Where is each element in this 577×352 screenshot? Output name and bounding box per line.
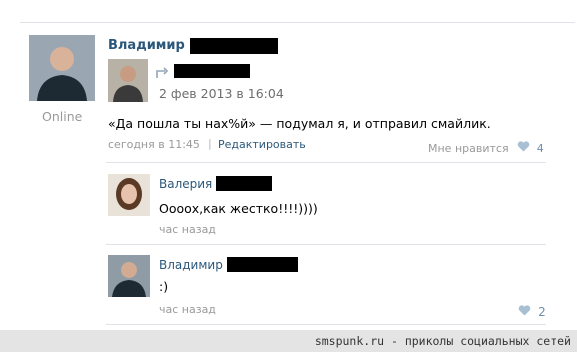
comment-time[interactable]: час назад bbox=[159, 303, 216, 316]
redacted-repost-source bbox=[174, 64, 250, 78]
heart-icon bbox=[517, 141, 529, 152]
repost-icon bbox=[156, 64, 170, 78]
like-label: Мне нравится bbox=[428, 142, 509, 155]
like-count: 2 bbox=[538, 305, 546, 319]
comment-avatar[interactable] bbox=[108, 255, 150, 297]
post-author-name[interactable]: Владимир bbox=[108, 38, 185, 53]
comment-like-button[interactable]: 2 bbox=[518, 301, 546, 320]
person-icon bbox=[108, 174, 150, 216]
comment-avatar[interactable] bbox=[108, 174, 150, 216]
watermark-bar: smspunk.ru - приколы социальных сетей bbox=[0, 330, 577, 352]
person-icon bbox=[108, 59, 148, 102]
watermark-text: smspunk.ru - приколы социальных сетей bbox=[314, 334, 571, 348]
author-avatar[interactable] bbox=[29, 35, 95, 101]
post-time[interactable]: сегодня в 11:45 bbox=[108, 138, 200, 151]
like-button[interactable]: Мне нравится 4 bbox=[428, 137, 544, 155]
comment-time[interactable]: час назад bbox=[159, 223, 216, 236]
comment-text: Оооох,как жестко!!!!)))) bbox=[159, 201, 318, 216]
repost-avatar[interactable] bbox=[108, 59, 148, 102]
post-text: «Да пошла ты нах%й» — подумал я, и отпра… bbox=[108, 116, 491, 131]
top-divider bbox=[20, 22, 575, 23]
redacted-surname bbox=[190, 38, 278, 54]
comment-author-name[interactable]: Валерия bbox=[159, 177, 212, 191]
comment-author-name[interactable]: Владимир bbox=[159, 258, 223, 272]
comment-text: :) bbox=[159, 279, 169, 294]
like-count: 4 bbox=[536, 142, 544, 155]
repost-date[interactable]: 2 фев 2013 в 16:04 bbox=[159, 86, 284, 101]
edit-link[interactable]: Редактировать bbox=[218, 138, 306, 151]
person-icon bbox=[29, 35, 95, 101]
redacted-surname bbox=[216, 176, 272, 191]
person-icon bbox=[108, 255, 150, 297]
meta-separator: | bbox=[208, 137, 212, 150]
online-status: Online bbox=[42, 109, 83, 124]
heart-icon bbox=[518, 305, 531, 316]
comment-divider bbox=[106, 244, 546, 245]
post-divider bbox=[106, 162, 546, 163]
bottom-divider bbox=[106, 324, 546, 325]
redacted-surname bbox=[227, 257, 298, 272]
